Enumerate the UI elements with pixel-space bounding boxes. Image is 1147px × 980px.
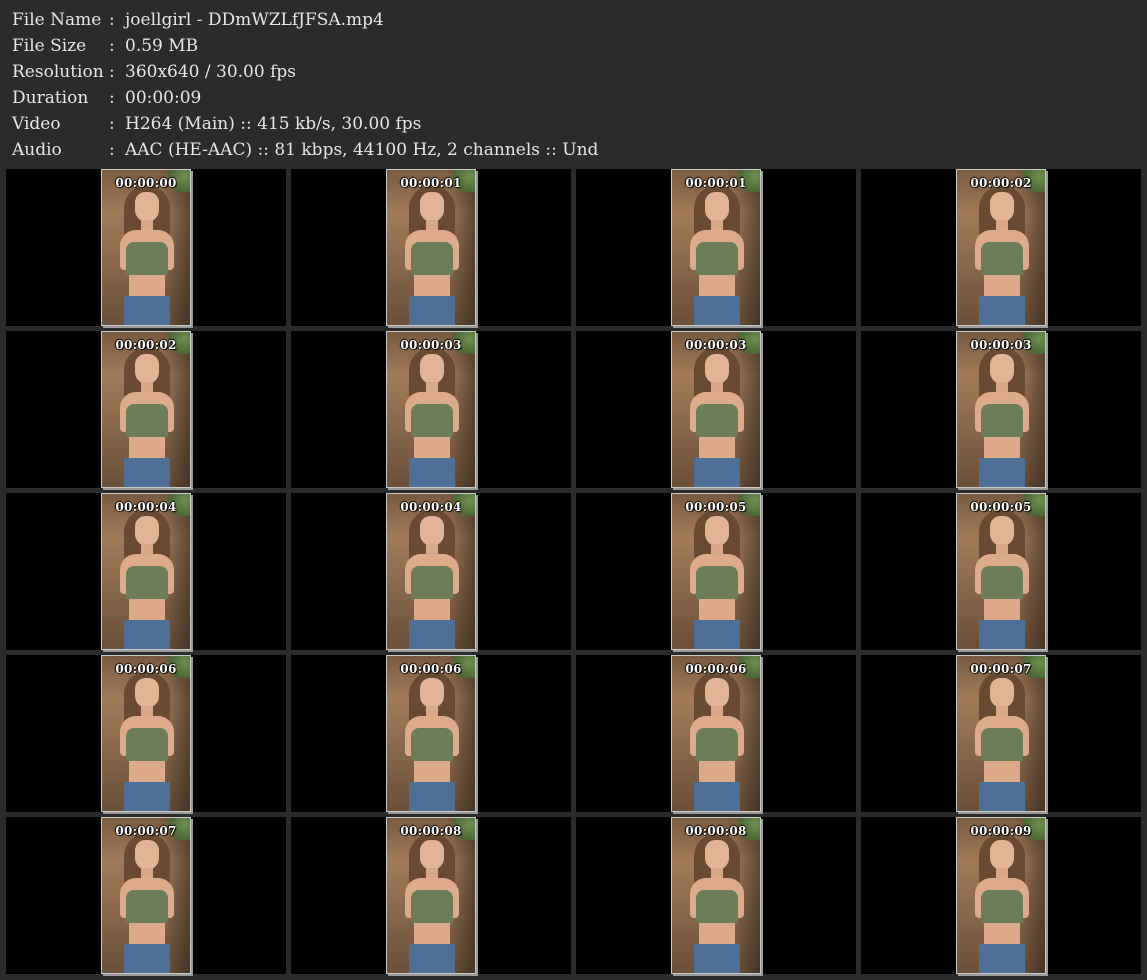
video-frame-thumbnail: 00:00:08 <box>386 817 476 974</box>
thumbnail-cell: 00:00:02 <box>861 169 1141 326</box>
duration-label: Duration <box>12 88 89 108</box>
duration-row: Duration : 00:00:09 <box>12 85 598 111</box>
frame-timestamp: 00:00:03 <box>970 338 1032 352</box>
frame-timestamp: 00:00:05 <box>685 500 747 514</box>
thumbnail-cell: 00:00:03 <box>291 331 571 488</box>
video-row: Video : H264 (Main) :: 415 kb/s, 30.00 f… <box>12 111 598 137</box>
file-size-row: File Size : 0.59 MB <box>12 33 598 59</box>
resolution-row: Resolution : 360x640 / 30.00 fps <box>12 59 598 85</box>
thumbnail-cell: 00:00:08 <box>576 817 856 974</box>
thumbnail-cell: 00:00:04 <box>291 493 571 650</box>
frame-timestamp: 00:00:02 <box>115 338 177 352</box>
frame-timestamp: 00:00:00 <box>115 176 177 190</box>
file-name-separator: : <box>109 10 115 30</box>
frame-timestamp: 00:00:04 <box>115 500 177 514</box>
frame-timestamp: 00:00:03 <box>685 338 747 352</box>
frame-timestamp: 00:00:07 <box>115 824 177 838</box>
video-frame-thumbnail: 00:00:07 <box>956 655 1046 812</box>
thumbnail-cell: 00:00:03 <box>576 331 856 488</box>
video-frame-thumbnail: 00:00:01 <box>671 169 761 326</box>
resolution-separator: : <box>109 62 115 82</box>
file-name-label: File Name <box>12 10 102 30</box>
resolution-label: Resolution <box>12 62 104 82</box>
audio-row: Audio : AAC (HE-AAC) :: 81 kbps, 44100 H… <box>12 137 598 163</box>
video-frame-thumbnail: 00:00:02 <box>956 169 1046 326</box>
resolution-value: 360x640 / 30.00 fps <box>125 62 296 82</box>
video-frame-thumbnail: 00:00:06 <box>386 655 476 812</box>
video-frame-thumbnail: 00:00:04 <box>101 493 191 650</box>
thumbnail-cell: 00:00:01 <box>576 169 856 326</box>
video-frame-thumbnail: 00:00:04 <box>386 493 476 650</box>
thumbnail-cell: 00:00:06 <box>291 655 571 812</box>
thumbnail-cell: 00:00:07 <box>861 655 1141 812</box>
frame-timestamp: 00:00:08 <box>685 824 747 838</box>
video-frame-thumbnail: 00:00:03 <box>956 331 1046 488</box>
thumbnail-cell: 00:00:00 <box>6 169 286 326</box>
frame-timestamp: 00:00:06 <box>115 662 177 676</box>
frame-timestamp: 00:00:06 <box>400 662 462 676</box>
video-frame-thumbnail: 00:00:06 <box>101 655 191 812</box>
video-frame-thumbnail: 00:00:07 <box>101 817 191 974</box>
thumbnail-cell: 00:00:03 <box>861 331 1141 488</box>
video-separator: : <box>109 114 115 134</box>
thumbnail-cell: 00:00:02 <box>6 331 286 488</box>
file-name-value: joellgirl - DDmWZLfJFSA.mp4 <box>125 10 384 30</box>
thumbnail-cell: 00:00:01 <box>291 169 571 326</box>
frame-timestamp: 00:00:03 <box>400 338 462 352</box>
frame-timestamp: 00:00:06 <box>685 662 747 676</box>
video-frame-thumbnail: 00:00:05 <box>956 493 1046 650</box>
frame-timestamp: 00:00:08 <box>400 824 462 838</box>
file-size-value: 0.59 MB <box>125 36 199 56</box>
duration-separator: : <box>109 88 115 108</box>
thumbnail-cell: 00:00:04 <box>6 493 286 650</box>
file-name-row: File Name : joellgirl - DDmWZLfJFSA.mp4 <box>12 7 598 33</box>
video-frame-thumbnail: 00:00:05 <box>671 493 761 650</box>
frame-timestamp: 00:00:02 <box>970 176 1032 190</box>
frame-timestamp: 00:00:07 <box>970 662 1032 676</box>
video-frame-thumbnail: 00:00:00 <box>101 169 191 326</box>
video-frame-thumbnail: 00:00:03 <box>671 331 761 488</box>
file-size-separator: : <box>109 36 115 56</box>
thumbnail-cell: 00:00:07 <box>6 817 286 974</box>
thumbnail-cell: 00:00:05 <box>861 493 1141 650</box>
video-value: H264 (Main) :: 415 kb/s, 30.00 fps <box>125 114 422 134</box>
thumbnail-cell: 00:00:06 <box>576 655 856 812</box>
audio-label: Audio <box>12 140 62 160</box>
frame-timestamp: 00:00:09 <box>970 824 1032 838</box>
audio-separator: : <box>109 140 115 160</box>
audio-value: AAC (HE-AAC) :: 81 kbps, 44100 Hz, 2 cha… <box>125 140 599 160</box>
video-frame-thumbnail: 00:00:08 <box>671 817 761 974</box>
video-frame-thumbnail: 00:00:02 <box>101 331 191 488</box>
file-size-label: File Size <box>12 36 87 56</box>
frame-timestamp: 00:00:04 <box>400 500 462 514</box>
video-label: Video <box>12 114 61 134</box>
frame-timestamp: 00:00:01 <box>685 176 747 190</box>
thumbnail-cell: 00:00:06 <box>6 655 286 812</box>
frame-timestamp: 00:00:05 <box>970 500 1032 514</box>
file-info-panel: File Name : joellgirl - DDmWZLfJFSA.mp4 … <box>12 7 598 163</box>
video-frame-thumbnail: 00:00:01 <box>386 169 476 326</box>
thumbnail-cell: 00:00:09 <box>861 817 1141 974</box>
video-frame-thumbnail: 00:00:03 <box>386 331 476 488</box>
thumbnail-cell: 00:00:08 <box>291 817 571 974</box>
video-frame-thumbnail: 00:00:09 <box>956 817 1046 974</box>
duration-value: 00:00:09 <box>125 88 202 108</box>
video-frame-thumbnail: 00:00:06 <box>671 655 761 812</box>
frame-timestamp: 00:00:01 <box>400 176 462 190</box>
thumbnail-grid: 00:00:00 00:00:01 00:00:01 00:00:02 00:00:02… <box>6 169 1141 974</box>
thumbnail-cell: 00:00:05 <box>576 493 856 650</box>
